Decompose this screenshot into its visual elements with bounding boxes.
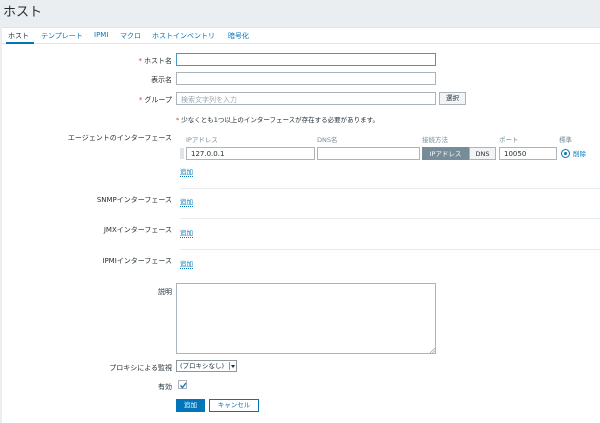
host-name-label-text: ホスト名 [144,57,172,65]
tab-encryption[interactable]: 暗号化 [228,31,249,41]
connect-dns-button[interactable]: DNS [469,147,496,160]
description-label: 説明 [158,288,172,296]
tab-bar: ホスト テンプレート IPMI マクロ ホストインベントリ 暗号化 [2,28,600,44]
add-agent-interface-link[interactable]: 追加 [180,168,193,177]
interface-note-text: 少なくとも1つ以上のインターフェースが存在する必要があります。 [181,116,380,124]
host-form-panel: ホスト テンプレート IPMI マクロ ホストインベントリ 暗号化 * ホスト名 … [2,27,600,423]
visible-name-label: 表示名 [151,76,172,84]
ipmi-interfaces-label: IPMIインターフェース [102,257,172,265]
remove-interface-link[interactable]: 削除 [573,150,586,158]
default-interface-radio[interactable] [561,149,570,158]
proxy-label: プロキシによる監視 [109,364,172,372]
add-jmx-interface-link[interactable]: 追加 [180,229,193,238]
groups-select-button[interactable]: 選択 [439,92,466,105]
checkmark-icon [180,382,187,389]
jmx-interfaces-label: JMXインターフェース [103,226,172,234]
host-name-input[interactable] [176,53,436,66]
divider [180,188,600,189]
divider [180,218,600,219]
agent-port-input[interactable]: 10050 [499,147,557,160]
tab-host-inventory[interactable]: ホストインベントリ [152,31,215,41]
connect-ip-button[interactable]: IPアドレス [422,147,469,160]
interface-requirement-note: * 少なくとも1つ以上のインターフェースが存在する必要があります。 [176,114,379,124]
active-tab-indicator [6,42,34,44]
groups-label: * グループ [139,95,172,105]
add-ipmi-interface-link[interactable]: 追加 [180,260,193,269]
visible-name-input[interactable] [176,72,436,85]
column-dns-name: DNS名 [317,136,338,144]
agent-dns-input[interactable] [317,147,420,160]
tab-macros[interactable]: マクロ [120,31,141,41]
tab-templates[interactable]: テンプレート [41,31,83,41]
enabled-checkbox[interactable] [178,380,187,389]
cancel-button[interactable]: キャンセル [209,399,259,412]
description-textarea[interactable] [176,283,436,354]
resize-grip-icon[interactable] [430,348,435,353]
page-title: ホスト [3,5,43,20]
agent-ip-input[interactable]: 127.0.0.1 [186,147,315,160]
required-mark: * [176,116,180,124]
groups-search-input[interactable]: 検索文字列を入力 [176,92,436,105]
column-ip-address: IPアドレス [186,136,218,144]
proxy-select[interactable]: (プロキシなし) [176,360,237,372]
enabled-label: 有効 [158,383,172,391]
tab-host[interactable]: ホスト [8,31,29,41]
tab-ipmi[interactable]: IPMI [94,31,108,39]
groups-placeholder: 検索文字列を入力 [181,96,237,104]
add-button[interactable]: 追加 [176,399,205,412]
required-mark: * [138,57,143,65]
column-connect-to: 接続方法 [422,136,448,144]
column-default: 標準 [559,136,572,144]
column-port: ポート [499,136,519,144]
snmp-interfaces-label: SNMPインターフェース [96,196,172,204]
proxy-select-value: (プロキシなし) [180,362,225,370]
host-name-label: * ホスト名 [139,56,173,66]
add-snmp-interface-link[interactable]: 追加 [180,198,193,207]
agent-interfaces-label: エージェントのインターフェース [67,134,172,142]
groups-label-text: グループ [144,96,172,104]
chevron-down-icon [229,362,235,370]
divider [180,249,600,250]
required-mark: * [138,96,143,104]
drag-handle-icon[interactable] [180,148,184,159]
